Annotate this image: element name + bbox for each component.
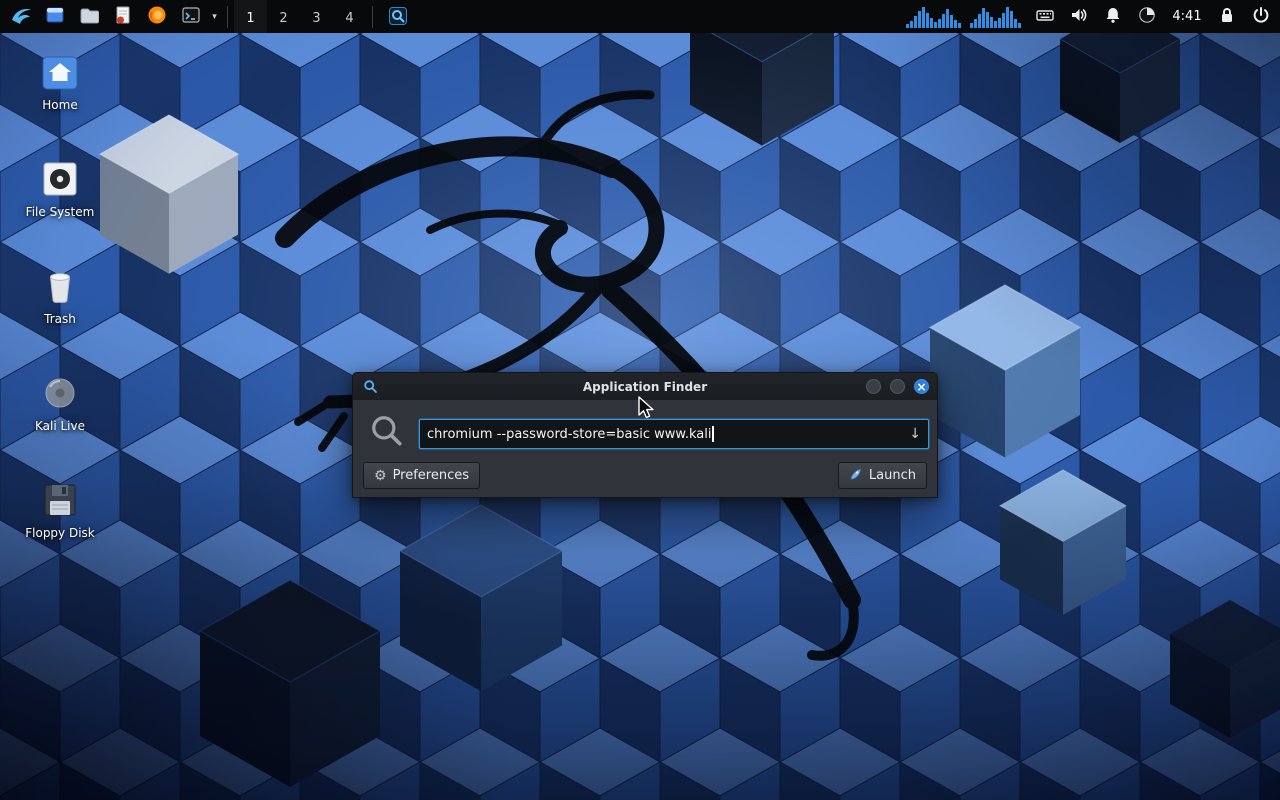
desktop-icon-label: Kali Live: [35, 419, 85, 433]
desktop-icon-file-system[interactable]: File System: [12, 157, 108, 219]
lock-screen-button[interactable]: [1210, 0, 1244, 33]
launcher-firefox[interactable]: [140, 0, 174, 33]
keyboard-icon: [1035, 5, 1055, 29]
preferences-label: Preferences: [393, 468, 469, 483]
window-controls: ×: [866, 379, 929, 394]
applications-menu-button[interactable]: [4, 0, 38, 33]
desktop: ▾ 1 2 3 4: [0, 0, 1280, 800]
power-manager-icon: [1137, 5, 1157, 29]
search-icon: [369, 413, 405, 449]
panel-separator: [227, 6, 228, 28]
volume-tray-button[interactable]: [1062, 0, 1096, 33]
volume-icon: [1069, 5, 1089, 29]
logout-button[interactable]: [1244, 0, 1278, 33]
top-panel: ▾ 1 2 3 4: [0, 0, 1280, 33]
close-button[interactable]: ×: [914, 379, 929, 394]
panel-separator: [372, 6, 373, 28]
gear-icon: ⚙: [374, 469, 387, 483]
launcher-file-manager[interactable]: [72, 0, 106, 33]
desktop-icon-label: Floppy Disk: [25, 526, 95, 540]
close-icon: ×: [916, 381, 926, 393]
launcher-window-manager[interactable]: [38, 0, 72, 33]
workspace-1[interactable]: 1: [234, 0, 267, 33]
launcher-terminal[interactable]: [174, 0, 208, 33]
desktop-icon-home[interactable]: Home: [12, 50, 108, 112]
audio-spectrum-icon: [904, 0, 1024, 33]
desktop-icon-floppy-disk[interactable]: Floppy Disk: [12, 478, 108, 540]
launch-icon: [849, 467, 863, 485]
application-finder-window: Application Finder × chromium --password…: [352, 372, 938, 498]
window-icon: [45, 5, 65, 29]
workspace-1-label: 1: [246, 11, 254, 26]
lock-icon: [1217, 5, 1237, 29]
desktop-icon-trash[interactable]: Trash: [12, 264, 108, 326]
clock[interactable]: 4:41: [1164, 0, 1210, 33]
command-input[interactable]: chromium --password-store=basic www.kali…: [419, 419, 929, 449]
disc-icon: [38, 371, 82, 415]
mouse-cursor: [637, 396, 659, 424]
drive-icon: [38, 157, 82, 201]
trash-icon: [38, 264, 82, 308]
desktop-icon-label: File System: [26, 205, 95, 219]
application-finder-task-icon: [389, 7, 407, 29]
firefox-icon: [147, 5, 167, 29]
desktop-icon-kali-live[interactable]: Kali Live: [12, 371, 108, 433]
workspace-3-label: 3: [312, 11, 320, 26]
launcher-text-editor[interactable]: [106, 0, 140, 33]
window-title: Application Finder: [353, 380, 937, 394]
bell-icon: [1103, 5, 1123, 29]
workspace-switcher: 1 2 3 4: [234, 0, 366, 33]
workspace-2[interactable]: 2: [267, 0, 300, 33]
preferences-button[interactable]: ⚙ Preferences: [363, 462, 480, 489]
folder-icon: [79, 5, 99, 29]
window-search-icon: [363, 379, 378, 394]
home-icon: [38, 50, 82, 94]
workspace-4[interactable]: 4: [333, 0, 366, 33]
workspace-3[interactable]: 3: [300, 0, 333, 33]
workspace-2-label: 2: [279, 11, 287, 26]
power-icon: [1251, 5, 1271, 29]
workspace-4-label: 4: [345, 11, 353, 26]
entry-dropdown-icon[interactable]: ↓: [901, 426, 921, 442]
power-manager-tray-button[interactable]: [1130, 0, 1164, 33]
clock-label: 4:41: [1172, 9, 1201, 24]
maximize-button[interactable]: [890, 379, 905, 394]
minimize-button[interactable]: [866, 379, 881, 394]
dialog-actions: ⚙ Preferences Launch: [363, 462, 927, 489]
kali-menu-icon: [8, 2, 34, 32]
command-text: chromium --password-store=basic www.kali: [427, 427, 711, 442]
keyboard-tray-button[interactable]: [1028, 0, 1062, 33]
text-caret: [712, 426, 714, 442]
launcher-menu-chevron-icon[interactable]: ▾: [208, 0, 221, 33]
document-icon: [113, 5, 133, 29]
launch-button[interactable]: Launch: [838, 462, 927, 489]
floppy-icon: [38, 478, 82, 522]
launch-label: Launch: [869, 468, 916, 483]
taskbar-application-finder[interactable]: [379, 0, 417, 33]
desktop-icon-label: Home: [42, 98, 77, 112]
terminal-icon: [181, 5, 201, 29]
notifications-tray-button[interactable]: [1096, 0, 1130, 33]
desktop-icon-label: Trash: [44, 312, 76, 326]
